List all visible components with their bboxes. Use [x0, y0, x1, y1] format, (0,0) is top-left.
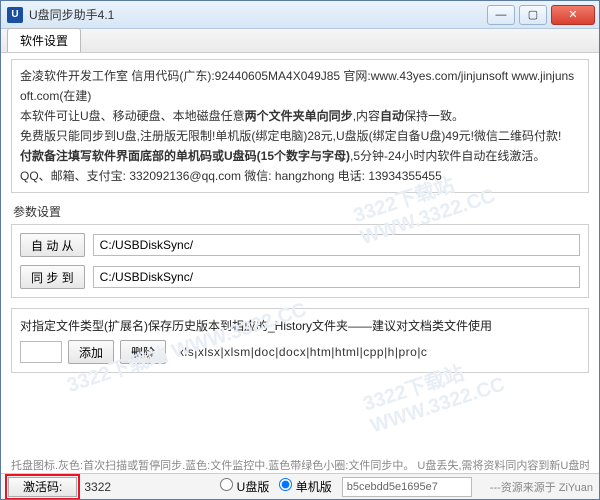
window-controls: — ▢ ✕ — [487, 5, 599, 25]
info-line-5: QQ、邮箱、支付宝: 332092136@qq.com 微信: hangzhon… — [20, 166, 580, 186]
info-box: 金凌软件开发工作室 信用代码(广东):92440605MA4X049J85 官网… — [11, 59, 589, 193]
info-line-1: 金凌软件开发工作室 信用代码(广东):92440605MA4X049J85 官网… — [20, 66, 580, 106]
activate-highlight: 激活码: — [5, 474, 80, 500]
window-title: U盘同步助手4.1 — [29, 6, 114, 23]
tab-bar: 软件设置 — [1, 29, 599, 53]
content-area: 金凌软件开发工作室 信用代码(广东):92440605MA4X049J85 官网… — [1, 53, 599, 499]
machine-code-input[interactable] — [342, 477, 472, 497]
params-box: 自 动 从 同 步 到 — [11, 224, 589, 298]
close-button[interactable]: ✕ — [551, 5, 595, 25]
history-box: 对指定文件类型(扩展名)保存历史版本到相应的_History文件夹——建议对文档… — [11, 308, 589, 373]
titlebar: U U盘同步助手4.1 — ▢ ✕ — [1, 1, 599, 29]
history-desc: 对指定文件类型(扩展名)保存历史版本到相应的_History文件夹——建议对文档… — [20, 317, 580, 334]
activate-button[interactable]: 激活码: — [8, 477, 77, 497]
add-ext-button[interactable]: 添加 — [68, 340, 114, 364]
app-window: U U盘同步助手4.1 — ▢ ✕ 软件设置 金凌软件开发工作室 信用代码(广东… — [0, 0, 600, 500]
radio-u-disk[interactable]: U盘版 — [220, 478, 269, 495]
del-ext-button[interactable]: 删除 — [120, 340, 166, 364]
params-label: 参数设置 — [13, 203, 589, 220]
history-controls: 添加 删除 xls|xlsx|xlsm|doc|docx|htm|html|cp… — [20, 340, 580, 364]
maximize-button[interactable]: ▢ — [519, 5, 547, 25]
status-bar: 激活码: 3322 U盘版 单机版 ---资源来源于 ZiYuan — [1, 473, 599, 499]
sn-text: 3322 — [84, 480, 111, 494]
info-line-3: 免费版只能同步到U盘,注册版无限制!单机版(绑定电脑)28元,U盘版(绑定自备U… — [20, 126, 580, 146]
legend-text: 托盘图标.灰色:首次扫描或暂停同步.蓝色:文件监控中.蓝色带绿色小圈:文件同步中… — [11, 457, 589, 473]
radio-pc[interactable]: 单机版 — [279, 478, 331, 495]
sync-to-path-input[interactable] — [93, 266, 580, 288]
source-credit: ---资源来源于 ZiYuan — [490, 479, 593, 495]
auto-from-path-input[interactable] — [93, 234, 580, 256]
row-sync-to: 同 步 到 — [20, 265, 580, 289]
ext-list: xls|xlsx|xlsm|doc|docx|htm|html|cpp|h|pr… — [178, 345, 427, 359]
sync-to-button[interactable]: 同 步 到 — [20, 265, 85, 289]
info-line-2: 本软件可让U盘、移动硬盘、本地磁盘任意两个文件夹单向同步,内容自动保持一致。 — [20, 106, 580, 126]
auto-from-button[interactable]: 自 动 从 — [20, 233, 85, 257]
minimize-button[interactable]: — — [487, 5, 515, 25]
ext-input[interactable] — [20, 341, 62, 363]
info-line-4: 付款备注填写软件界面底部的单机码或U盘码(15个数字与字母),5分钟-24小时内… — [20, 146, 580, 166]
version-radio-group: U盘版 单机版 ---资源来源于 ZiYuan — [220, 477, 593, 497]
tab-settings[interactable]: 软件设置 — [7, 28, 81, 52]
app-icon: U — [7, 7, 23, 23]
row-auto-from: 自 动 从 — [20, 233, 580, 257]
